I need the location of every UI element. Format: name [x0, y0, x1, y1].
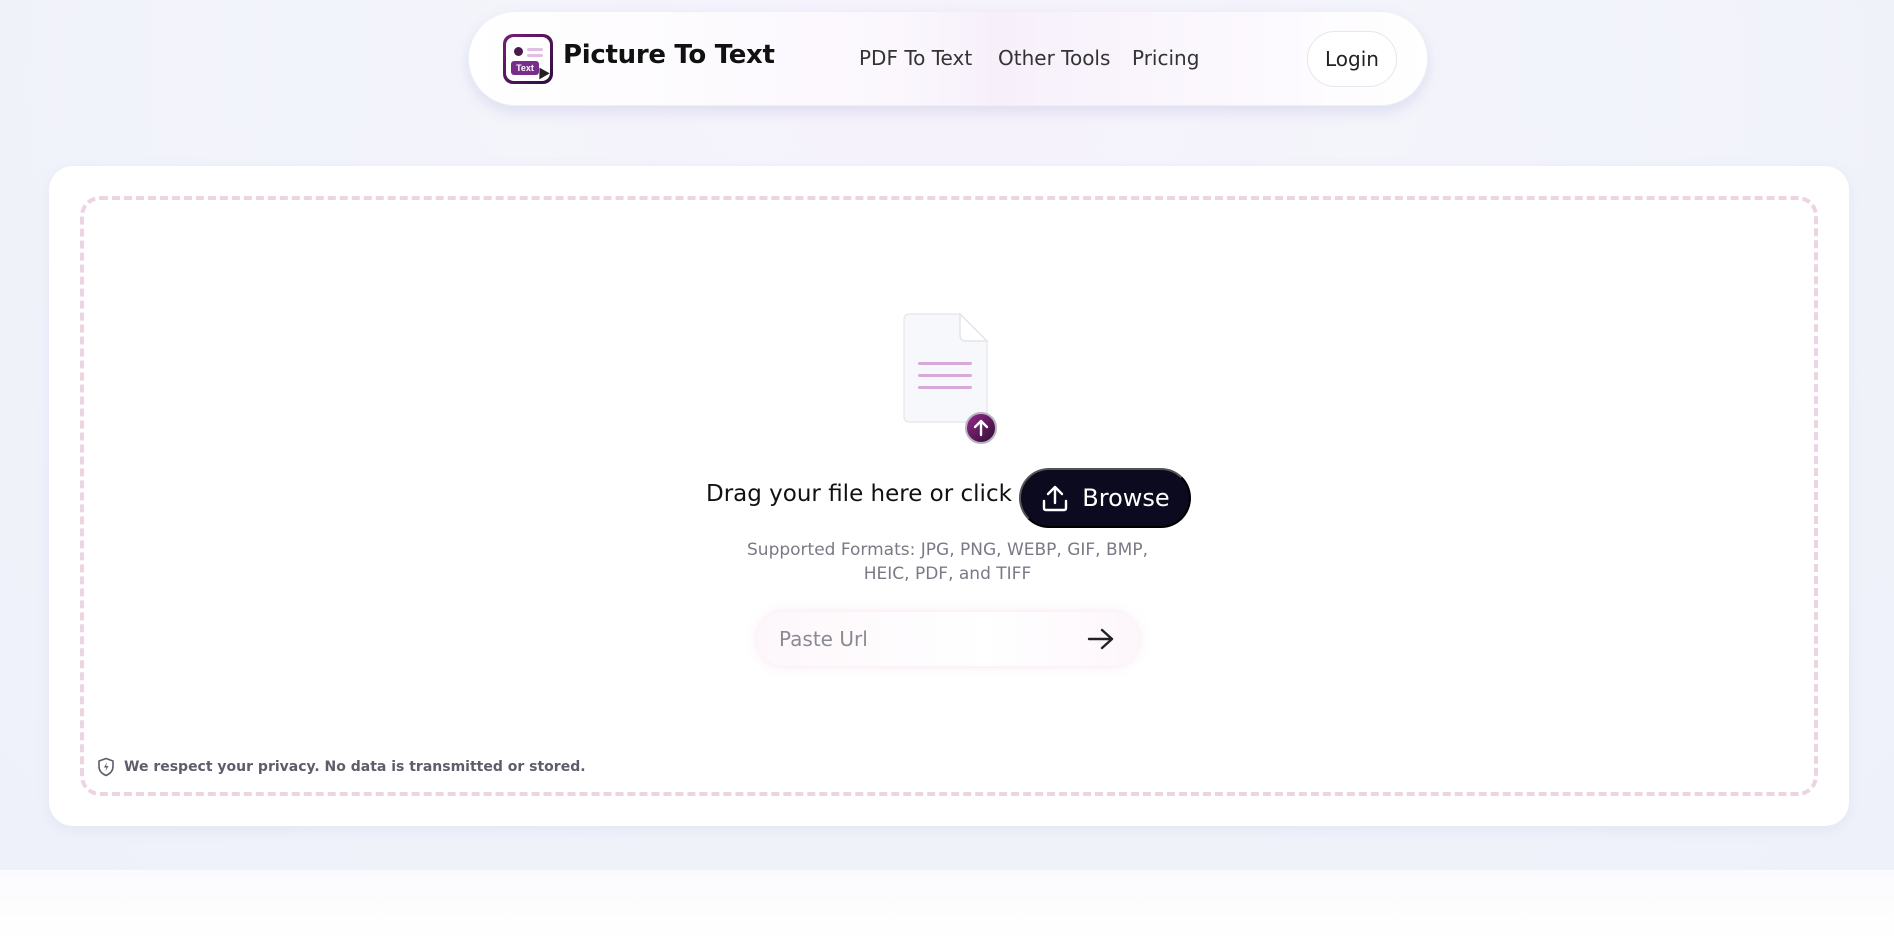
nav-link-pricing[interactable]: Pricing [1132, 46, 1199, 70]
nav-link-other-tools[interactable]: Other Tools [998, 46, 1110, 70]
nav-link-pdf-to-text[interactable]: PDF To Text [859, 46, 972, 70]
brand-name[interactable]: Picture To Text [563, 40, 775, 70]
shield-icon [98, 757, 114, 777]
arrow-right-icon[interactable] [1087, 627, 1115, 651]
browse-button[interactable]: Browse [1019, 468, 1191, 528]
url-field [757, 612, 1139, 666]
paste-url-input[interactable] [779, 612, 1069, 666]
brand-logo-icon[interactable]: Text [503, 34, 553, 84]
upload-icon [1043, 485, 1068, 512]
page-footer-area [0, 870, 1894, 946]
privacy-note: We respect your privacy. No data is tran… [97, 757, 586, 777]
top-navbar: Text Picture To Text PDF To Text Other T… [468, 11, 1428, 106]
login-button[interactable]: Login [1307, 31, 1397, 87]
browse-label: Browse [1082, 484, 1170, 512]
drag-instruction: Drag your file here or click [706, 481, 1012, 507]
privacy-text: We respect your privacy. No data is tran… [124, 759, 586, 775]
supported-formats: Supported Formats: JPG, PNG, WEBP, GIF, … [747, 540, 1148, 584]
document-upload-icon [903, 312, 997, 444]
